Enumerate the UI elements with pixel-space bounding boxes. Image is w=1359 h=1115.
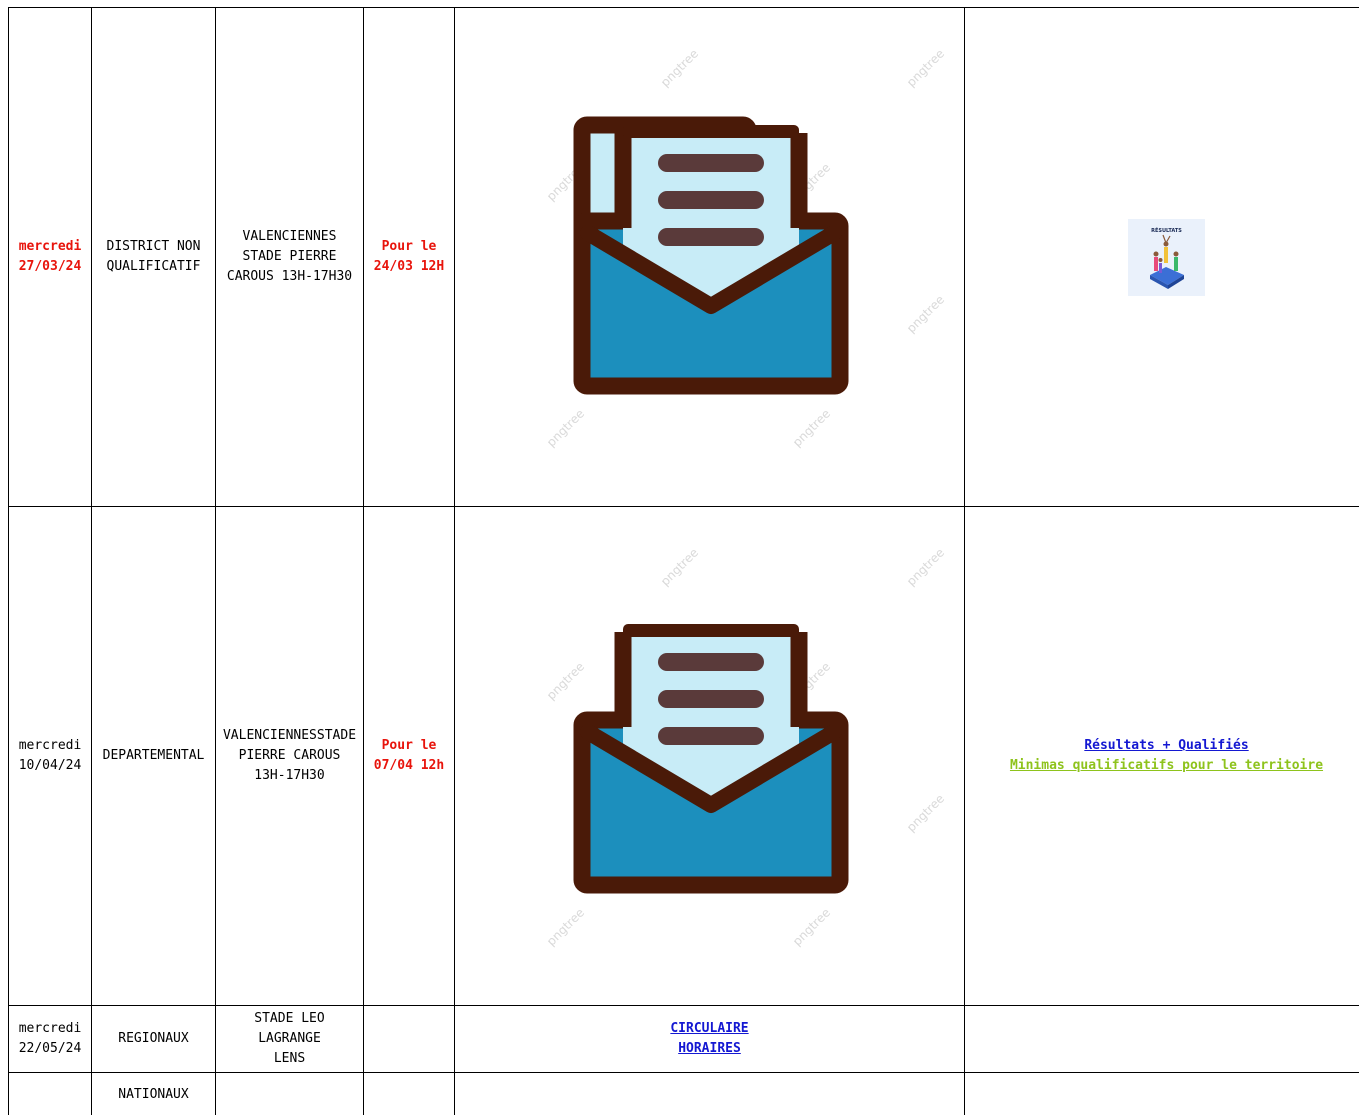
table-row: mercredi 22/05/24 REGIONAUX STADE LEO LA… [8,1005,1359,1073]
table-row: mercredi 27/03/24 DISTRICT NON QUALIFICA… [8,7,1359,507]
deadline-cell: Pour le 24/03 12H [363,7,455,507]
results-cell: Résultats + Qualifiés Minimas qualificat… [964,506,1359,1006]
date-day: mercredi [18,738,82,753]
venue-text: STADE PIERRE [242,249,337,264]
circular-link[interactable]: CIRCULAIRE [456,1019,964,1039]
date-cell: mercredi 22/05/24 [8,1005,92,1073]
competition-schedule-table: mercredi 27/03/24 DISTRICT NON QUALIFICA… [8,7,1359,1115]
deadline-cell [363,1072,455,1115]
deadline-text: Pour le [381,239,437,254]
venue-text: PIERRE CAROUS [238,748,341,763]
level-cell: REGIONAUX [91,1005,216,1073]
date-cell: mercredi 10/04/24 [8,506,92,1006]
venue-text: VALENCIENNESSTADE [222,728,357,743]
venue-text: LENS [273,1051,306,1066]
envelope-graphic [573,624,848,894]
envelope-graphic [573,116,848,395]
qualifying-minimums-link[interactable]: Minimas qualificatifs pour le territoire [966,756,1359,776]
level-text: DISTRICT NON [106,239,201,254]
deadline-cell: Pour le 07/04 12h [363,506,455,1006]
schedule-link[interactable]: HORAIRES [456,1039,964,1059]
date-value: 27/03/24 [18,259,82,274]
date-day: mercredi [18,239,82,254]
venue-text: VALENCIENNES [242,229,337,244]
deadline-text: 24/03 12H [373,259,445,274]
date-cell [8,1072,92,1115]
table-row: mercredi 10/04/24 DEPARTEMENTAL VALENCIE… [8,506,1359,1006]
level-text: REGIONAUX [118,1031,189,1046]
date-day: mercredi [18,1021,82,1036]
results-cell [964,1072,1359,1115]
level-text: NATIONAUX [118,1087,189,1102]
venue-text: 13H-17H30 [254,768,325,783]
envelope-letter-icon[interactable]: pngtree pngtree pngtree pngtree pngtree … [456,508,964,1005]
results-cell: RÉSULTATS [964,7,1359,507]
level-cell: NATIONAUX [91,1072,216,1115]
date-cell: mercredi 27/03/24 [8,7,92,507]
deadline-cell [363,1005,455,1073]
venue-cell: STADE LEO LAGRANGE LENS [215,1005,364,1073]
podium-graphic [1150,234,1184,289]
level-text: DEPARTEMENTAL [102,748,205,763]
level-cell: DEPARTEMENTAL [91,506,216,1006]
venue-text: LAGRANGE [258,1031,321,1046]
envelope-letter-icon[interactable]: pngtree pngtree pngtree pngtree pngtree … [456,9,964,506]
registration-cell: pngtree pngtree pngtree pngtree pngtree … [454,506,965,1006]
level-cell: DISTRICT NON QUALIFICATIF [91,7,216,507]
registration-cell: pngtree pngtree pngtree pngtree pngtree … [454,7,965,507]
date-value: 22/05/24 [18,1041,82,1056]
registration-cell [454,1072,965,1115]
registration-cell: CIRCULAIRE HORAIRES [454,1005,965,1073]
venue-cell: VALENCIENNESSTADE PIERRE CAROUS 13H-17H3… [215,506,364,1006]
table-row: NATIONAUX [8,1072,1359,1115]
results-cell [964,1005,1359,1073]
date-value: 10/04/24 [18,758,82,773]
deadline-text: 07/04 12h [373,758,445,773]
venue-text: CAROUS 13H-17H30 [226,269,353,284]
venue-cell [215,1072,364,1115]
venue-text: STADE LEO [254,1011,325,1026]
results-qualified-link[interactable]: Résultats + Qualifiés [966,736,1359,756]
results-podium-icon[interactable]: RÉSULTATS [1128,218,1205,296]
level-text: QUALIFICATIF [106,259,201,274]
deadline-text: Pour le [381,738,437,753]
venue-cell: VALENCIENNES STADE PIERRE CAROUS 13H-17H… [215,7,364,507]
